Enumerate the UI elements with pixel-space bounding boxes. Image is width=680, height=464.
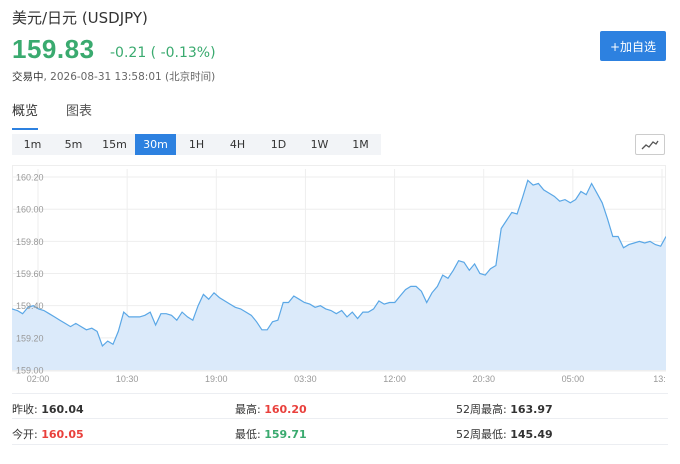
stat-high: 最高: 160.20 bbox=[235, 403, 307, 416]
y-tick-label: 159.60 bbox=[16, 269, 44, 279]
stats-table: 昨收: 160.04 最高: 160.20 52周最高: 163.97 今开: … bbox=[12, 393, 668, 445]
x-tick-label: 05:00 bbox=[562, 374, 585, 384]
y-tick-label: 159.40 bbox=[16, 301, 44, 311]
quote-timestamp: , 2026-08-31 13:58:01 (北京时间) bbox=[43, 71, 216, 83]
current-price: 159.83 bbox=[12, 34, 95, 64]
period-1h[interactable]: 1H bbox=[176, 134, 217, 155]
trading-status-line: 交易中, 2026-08-31 13:58:01 (北京时间) bbox=[12, 69, 215, 84]
period-selector: 1m 5m 15m 30m 1H 4H 1D 1W 1M bbox=[12, 134, 381, 155]
y-tick-label: 159.80 bbox=[16, 237, 44, 247]
x-tick-label: 02:00 bbox=[27, 374, 50, 384]
view-tabs: 概览 图表 bbox=[12, 100, 92, 130]
period-4h[interactable]: 4H bbox=[217, 134, 258, 155]
x-tick-label: 13:3 bbox=[653, 374, 666, 384]
tab-overview[interactable]: 概览 bbox=[12, 100, 39, 130]
period-1mo[interactable]: 1M bbox=[340, 134, 381, 155]
x-tick-label: 10:30 bbox=[116, 374, 139, 384]
trading-status: 交易中 bbox=[12, 71, 44, 83]
chart-type-button[interactable] bbox=[635, 134, 665, 155]
period-1m[interactable]: 1m bbox=[12, 134, 53, 155]
period-1d[interactable]: 1D bbox=[258, 134, 299, 155]
y-tick-label: 160.20 bbox=[16, 173, 44, 183]
period-15m[interactable]: 15m bbox=[94, 134, 135, 155]
x-tick-label: 03:30 bbox=[294, 374, 317, 384]
instrument-title: 美元/日元 (USDJPY) bbox=[12, 9, 148, 27]
price-change: -0.21 ( -0.13%) bbox=[110, 45, 216, 61]
tab-chart[interactable]: 图表 bbox=[66, 100, 92, 130]
stats-row: 昨收: 160.04 最高: 160.20 52周最高: 163.97 bbox=[12, 393, 668, 419]
period-30m[interactable]: 30m bbox=[135, 134, 176, 155]
x-tick-label: 12:00 bbox=[383, 374, 406, 384]
stat-52w-high: 52周最高: 163.97 bbox=[456, 403, 553, 416]
x-tick-label: 19:00 bbox=[205, 374, 228, 384]
price-chart[interactable]: 159.00159.20159.40159.60159.80160.00160.… bbox=[12, 165, 666, 385]
stat-open: 今开: 160.05 bbox=[12, 428, 84, 441]
stat-low: 最低: 159.71 bbox=[235, 428, 307, 441]
x-tick-label: 20:30 bbox=[472, 374, 495, 384]
line-chart-icon bbox=[641, 140, 659, 149]
add-watchlist-button[interactable]: +加自选 bbox=[600, 31, 666, 61]
stat-prev-close: 昨收: 160.04 bbox=[12, 403, 84, 416]
y-tick-label: 160.00 bbox=[16, 205, 44, 215]
stats-row: 今开: 160.05 最低: 159.71 52周最低: 145.49 bbox=[12, 419, 668, 445]
period-5m[interactable]: 5m bbox=[53, 134, 94, 155]
y-tick-label: 159.20 bbox=[16, 333, 44, 343]
stat-52w-low: 52周最低: 145.49 bbox=[456, 428, 553, 441]
period-1w[interactable]: 1W bbox=[299, 134, 340, 155]
